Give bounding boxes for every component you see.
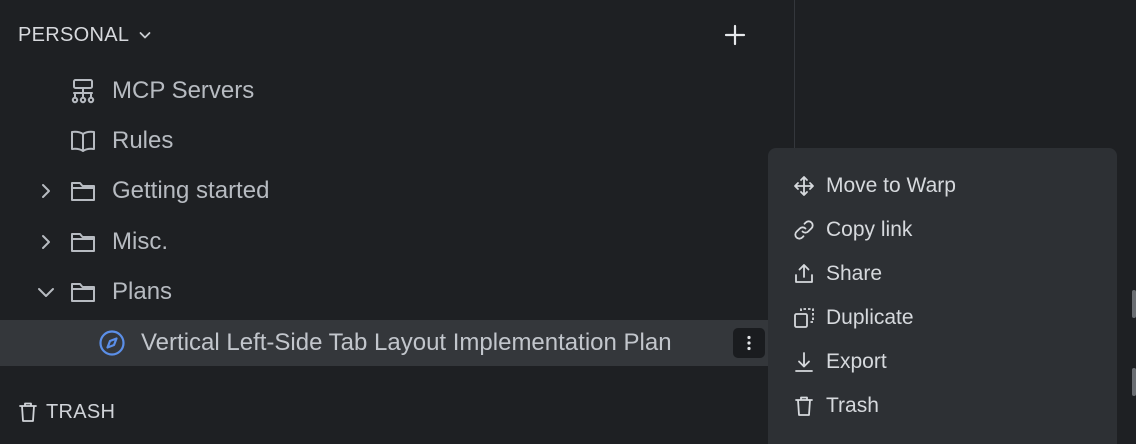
scrollbar-mark[interactable] [1132, 290, 1136, 318]
section-title: PERSONAL [18, 23, 130, 46]
tree-item-mcp-servers[interactable]: MCP Servers [0, 68, 794, 114]
chevron-right-icon[interactable] [36, 181, 56, 201]
folder-icon [68, 227, 98, 257]
server-network-icon [68, 76, 98, 106]
tree-item-selected-plan[interactable]: Vertical Left-Side Tab Layout Implementa… [0, 320, 768, 366]
menu-item-label: Duplicate [826, 306, 914, 329]
tree-item-getting-started[interactable]: Getting started [0, 168, 794, 214]
more-vertical-icon [746, 335, 752, 351]
app-root: PERSONAL MCP Servers Rules Getting start… [0, 0, 1136, 444]
trash-icon [18, 401, 38, 423]
tree-item-rules[interactable]: Rules [0, 118, 794, 164]
menu-item-duplicate[interactable]: Duplicate [768, 296, 1117, 340]
context-menu: Move to Warp Copy link Share Duplicate E… [768, 148, 1117, 444]
tree-item-label: Vertical Left-Side Tab Layout Implementa… [141, 329, 672, 356]
tree-item-label: Misc. [112, 228, 168, 255]
menu-item-label: Trash [826, 394, 879, 417]
chevron-right-icon[interactable] [36, 232, 56, 252]
sidebar: PERSONAL MCP Servers Rules Getting start… [0, 0, 794, 444]
plus-icon [724, 24, 746, 46]
tree-item-plans[interactable]: Plans [0, 269, 794, 315]
move-icon [792, 174, 816, 198]
compass-icon [97, 328, 127, 358]
menu-item-label: Copy link [826, 218, 913, 241]
menu-item-label: Export [826, 350, 887, 373]
menu-item-move-to-warp[interactable]: Move to Warp [768, 164, 1117, 208]
menu-item-export[interactable]: Export [768, 340, 1117, 384]
tree-item-label: MCP Servers [112, 77, 255, 104]
menu-item-label: Share [826, 262, 883, 285]
tree-item-label: Plans [112, 278, 173, 305]
chevron-down-icon [137, 27, 153, 43]
folder-icon [68, 277, 98, 307]
duplicate-icon [792, 306, 816, 330]
link-icon [792, 218, 816, 242]
share-icon [792, 262, 816, 286]
tree-item-misc[interactable]: Misc. [0, 219, 794, 265]
menu-item-trash[interactable]: Trash [768, 384, 1117, 428]
download-icon [792, 350, 816, 374]
more-options-button[interactable] [733, 328, 765, 358]
menu-item-share[interactable]: Share [768, 252, 1117, 296]
folder-icon [68, 176, 98, 206]
menu-item-copy-link[interactable]: Copy link [768, 208, 1117, 252]
chevron-down-icon[interactable] [36, 282, 56, 302]
trash-section[interactable]: TRASH [18, 398, 115, 426]
book-icon [68, 126, 98, 156]
tree-item-label: Getting started [112, 177, 270, 204]
add-button[interactable] [722, 22, 748, 48]
trash-icon [792, 394, 816, 418]
section-header-personal[interactable]: PERSONAL [18, 22, 153, 48]
menu-item-label: Move to Warp [826, 174, 956, 197]
tree-item-label: Rules [112, 127, 174, 154]
scrollbar-mark[interactable] [1132, 368, 1136, 396]
trash-label: TRASH [46, 400, 116, 423]
